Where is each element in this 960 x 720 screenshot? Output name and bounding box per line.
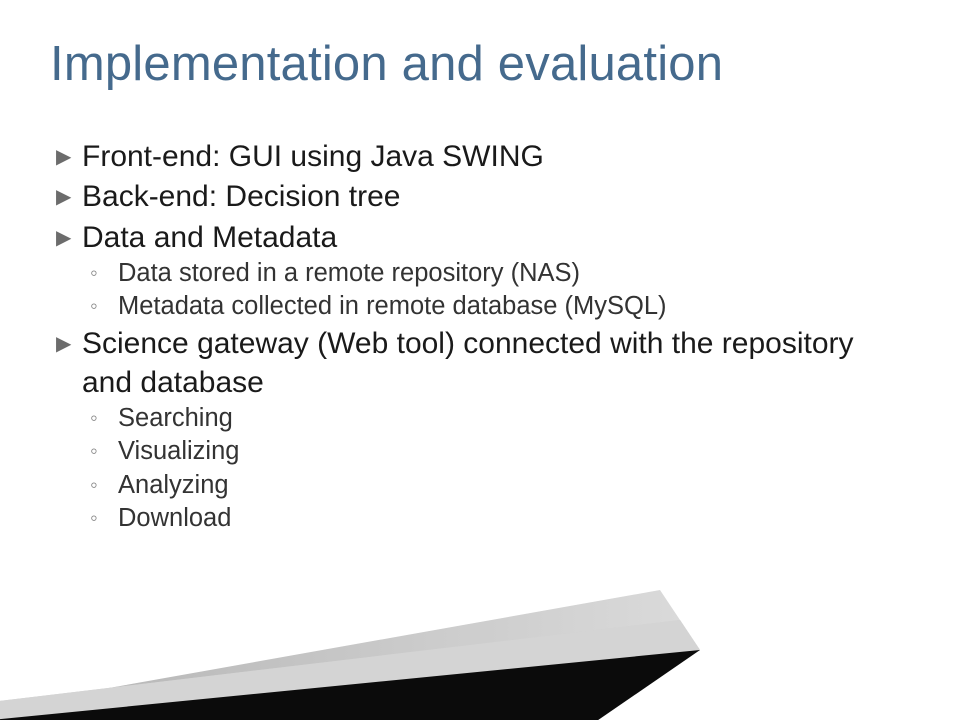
triangle-bullet-icon: ▶ — [54, 178, 82, 216]
bullet-text: Data and Metadata — [82, 219, 884, 257]
triangle-bullet-icon: ▶ — [54, 138, 82, 176]
bullet-level2: Metadata collected in remote database (M… — [54, 290, 884, 323]
bullet-level2: Download — [54, 502, 884, 535]
bullet-level1: ▶ Front-end: GUI using Java SWING — [54, 138, 884, 176]
bullet-text: Download — [118, 502, 884, 535]
bullet-text: Analyzing — [118, 469, 884, 502]
triangle-bullet-icon: ▶ — [54, 325, 82, 363]
triangle-bullet-icon: ▶ — [54, 219, 82, 257]
bullet-level2: Searching — [54, 402, 884, 435]
bullet-level2: Visualizing — [54, 435, 884, 468]
bullet-text: Data stored in a remote repository (NAS) — [118, 257, 884, 290]
circle-bullet-icon — [54, 435, 118, 468]
circle-bullet-icon — [54, 402, 118, 435]
bullet-text: Searching — [118, 402, 884, 435]
bullet-level1: ▶ Science gateway (Web tool) connected w… — [54, 325, 884, 534]
circle-bullet-icon — [54, 502, 118, 535]
circle-bullet-icon — [54, 469, 118, 502]
bullet-level2: Analyzing — [54, 469, 884, 502]
slide: Implementation and evaluation ▶ Front-en… — [0, 0, 960, 720]
bullet-text: Science gateway (Web tool) connected wit… — [82, 325, 884, 402]
bullet-text: Front-end: GUI using Java SWING — [82, 138, 884, 176]
bullet-text: Metadata collected in remote database (M… — [118, 290, 884, 323]
bullet-level1: ▶ Back-end: Decision tree — [54, 178, 884, 216]
slide-title: Implementation and evaluation — [50, 36, 723, 92]
bullet-level2: Data stored in a remote repository (NAS) — [54, 257, 884, 290]
bullet-text: Visualizing — [118, 435, 884, 468]
bullet-level1: ▶ Data and Metadata Data stored in a rem… — [54, 219, 884, 324]
bullet-text: Back-end: Decision tree — [82, 178, 884, 216]
decorative-wedge — [0, 590, 700, 720]
circle-bullet-icon — [54, 257, 118, 290]
circle-bullet-icon — [54, 290, 118, 323]
slide-body: ▶ Front-end: GUI using Java SWING ▶ Back… — [54, 138, 884, 537]
